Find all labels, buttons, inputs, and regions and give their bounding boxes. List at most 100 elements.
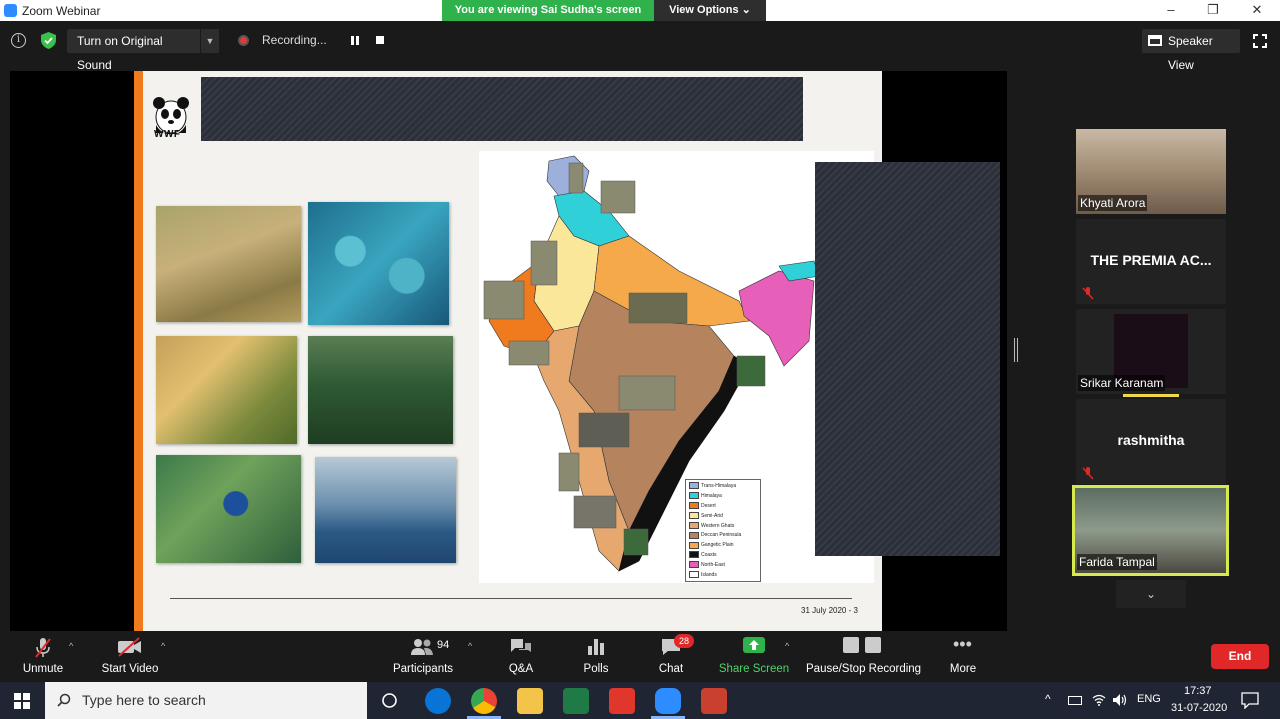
more-button[interactable]: ••• More — [943, 632, 983, 682]
window-titlebar: Zoom Webinar You are viewing Sai Sudha's… — [0, 0, 1280, 21]
share-screen-icon — [743, 637, 765, 653]
stop-icon[interactable] — [376, 36, 384, 44]
legend-label: Islands — [701, 572, 717, 579]
muted-mic-icon — [1082, 467, 1094, 480]
participants-label: Participants — [392, 663, 454, 675]
chat-label: Chat — [658, 663, 684, 675]
slide-header-redacted — [201, 77, 803, 141]
stop-icon — [865, 637, 881, 653]
peacock-photo — [156, 455, 301, 563]
pause-stop-recording-button[interactable]: Pause/Stop Recording — [806, 632, 922, 682]
more-label: More — [949, 663, 977, 675]
legend-swatch — [689, 482, 699, 490]
speaker-view-label: Speaker View — [1168, 34, 1213, 72]
legend-swatch — [689, 492, 699, 500]
edge-browser-icon[interactable] — [425, 688, 451, 714]
legend-label: Coasts — [701, 552, 717, 559]
excel-icon[interactable] — [563, 688, 589, 714]
legend-label: Western Ghats — [701, 522, 735, 529]
chevron-down-icon[interactable]: ▼ — [201, 29, 219, 53]
participant-tile[interactable]: rashmitha — [1076, 399, 1226, 484]
chat-button[interactable]: 28 Chat — [651, 632, 694, 682]
search-input[interactable] — [82, 692, 332, 708]
view-options-button[interactable]: View Options ⌄ — [654, 0, 766, 21]
participant-tile[interactable]: THE PREMIA AC... — [1076, 219, 1226, 304]
windows-taskbar: ^ ENG 17:37 31-07-2020 — [0, 682, 1280, 719]
presentation-slide: WWF Trans-Himalaya Himalaya Desert Semi-… — [134, 71, 882, 631]
chevron-up-icon[interactable]: ^ — [69, 641, 73, 651]
fullscreen-icon[interactable] — [1253, 34, 1267, 48]
clock-date[interactable]: 31-07-2020 — [1171, 702, 1227, 714]
chevron-up-icon[interactable]: ^ — [1045, 692, 1051, 706]
original-sound-button[interactable]: Turn on Original Sound — [67, 29, 200, 72]
tiger-photo — [156, 206, 301, 322]
qa-button[interactable]: Q&A — [500, 632, 542, 682]
more-dots-icon: ••• — [953, 634, 972, 654]
legend-label: Gangetic Plain — [701, 542, 734, 549]
legend-label: Semi-Arid — [701, 512, 723, 519]
unmute-button[interactable]: Unmute — [18, 632, 68, 682]
zoom-app-icon[interactable] — [655, 688, 681, 714]
grid-icon — [1148, 35, 1162, 46]
close-icon[interactable]: ✕ — [1247, 2, 1267, 18]
participant-tile[interactable]: Srikar Karanam — [1076, 309, 1226, 394]
windows-start-icon[interactable] — [14, 693, 30, 709]
legend-label: Desert — [701, 502, 716, 509]
legend-swatch — [689, 551, 699, 559]
file-explorer-icon[interactable] — [517, 688, 543, 714]
start-video-button[interactable]: Start Video — [100, 632, 160, 682]
chevron-up-icon[interactable]: ^ — [785, 641, 789, 651]
info-icon[interactable]: i — [11, 33, 26, 48]
presentation-app-icon[interactable] — [701, 688, 727, 714]
zoom-app-icon — [4, 4, 17, 17]
task-view-icon[interactable] — [381, 692, 398, 709]
legend-item: Islands — [689, 571, 757, 581]
participants-icon — [411, 639, 433, 655]
restore-icon[interactable]: ❐ — [1203, 2, 1223, 18]
pause-icon — [843, 637, 859, 653]
participant-tile[interactable]: Khyati Arora — [1076, 129, 1226, 214]
legend-label: North-East — [701, 562, 725, 569]
meeting-topbar: i Turn on Original Sound ▼ Recording... … — [0, 21, 1280, 72]
chevron-down-icon[interactable]: ⌄ — [1116, 580, 1186, 608]
pause-icon[interactable] — [349, 35, 361, 46]
view-options-label: View Options — [669, 4, 739, 16]
participant-name: Srikar Karanam — [1078, 375, 1166, 391]
wifi-icon[interactable] — [1092, 694, 1106, 706]
anydesk-icon[interactable] — [609, 688, 635, 714]
slide-footer-text: 31 July 2020 - 3 — [801, 606, 858, 615]
muted-mic-icon — [35, 638, 51, 658]
chrome-browser-icon[interactable] — [471, 688, 497, 714]
participant-name: Khyati Arora — [1078, 195, 1148, 211]
end-meeting-button[interactable]: End — [1211, 644, 1269, 669]
battery-icon[interactable] — [1068, 696, 1082, 705]
notification-icon[interactable] — [1241, 692, 1259, 709]
polls-button[interactable]: Polls — [576, 632, 616, 682]
volume-icon[interactable] — [1112, 693, 1127, 707]
muted-mic-icon — [1082, 287, 1094, 300]
window-title: Zoom Webinar — [22, 4, 101, 18]
polls-label: Polls — [583, 663, 609, 675]
participant-tile-active-speaker[interactable]: Farida Tampal — [1072, 485, 1229, 576]
minimize-icon[interactable]: – — [1161, 2, 1181, 17]
participants-button[interactable]: 94 Participants — [388, 632, 458, 682]
qa-label: Q&A — [508, 663, 534, 675]
pause-stop-recording-label: Pause/Stop Recording — [806, 663, 922, 675]
meeting-toolbar: Unmute ^ Start Video ^ 94 Participants ^… — [0, 632, 1280, 682]
participants-count: 94 — [437, 639, 450, 651]
participant-name: Farida Tampal — [1077, 554, 1157, 570]
start-video-label: Start Video — [101, 663, 159, 675]
chevron-up-icon[interactable]: ^ — [468, 641, 472, 651]
legend-label: Trans-Himalaya — [701, 483, 737, 489]
chevron-up-icon[interactable]: ^ — [161, 641, 165, 651]
language-indicator[interactable]: ENG — [1137, 693, 1161, 705]
legend-item: Trans-Himalaya — [689, 482, 757, 492]
share-screen-button[interactable]: Share Screen — [718, 632, 790, 682]
clock-time[interactable]: 17:37 — [1184, 685, 1212, 697]
chat-unread-badge: 28 — [674, 634, 694, 648]
shield-icon[interactable] — [41, 32, 56, 49]
recording-status: Recording... — [262, 33, 327, 47]
panel-splitter[interactable] — [1014, 338, 1018, 362]
legend-label: Himalaya — [701, 492, 722, 499]
recording-icon — [238, 35, 249, 46]
